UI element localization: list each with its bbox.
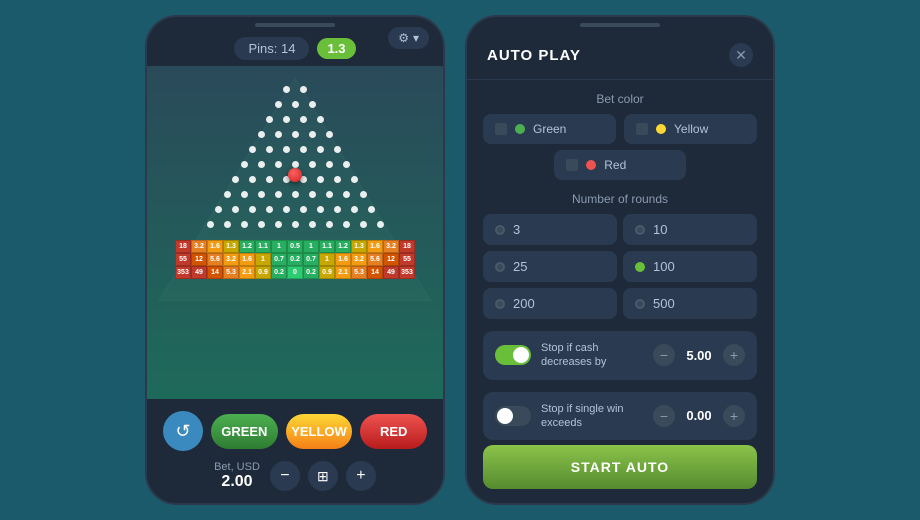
round-3-dot [495,225,505,235]
color-buttons: ↺ GREEN YELLOW RED [163,411,427,451]
yellow-label: Yellow [674,122,708,136]
refresh-button[interactable]: ↺ [163,411,203,451]
round-10[interactable]: 10 [623,214,757,245]
yellow-checkbox [636,123,648,135]
stop-win-value: 0.00 [681,408,717,423]
red-label: Red [604,158,626,172]
bet-color-label: Bet color [483,92,757,106]
stop-cash-text: Stop if cash decreases by [541,341,643,370]
round-100-value: 100 [653,259,675,274]
plinko-board: 18 3.2 1.6 1.3 1.2 1.1 1 0.5 1 1.1 1.2 1… [175,76,415,279]
green-label: Green [533,122,566,136]
stop-cash-increase[interactable]: + [723,344,745,366]
bet-label: Bet, USD [214,461,260,473]
round-3-value: 3 [513,222,520,237]
green-button[interactable]: GREEN [211,414,278,449]
top-bar: Pins: 14 1.3 ⚙ ▾ [147,27,443,66]
round-25-value: 25 [513,259,527,274]
round-100[interactable]: 100 [623,251,757,282]
stop-cash-decrease[interactable]: − [653,344,675,366]
bet-decrease-button[interactable]: − [270,461,300,491]
stop-cash-thumb [513,347,529,363]
yellow-dot [656,124,666,134]
stop-win-toggle[interactable] [495,406,531,426]
green-dot [515,124,525,134]
modal-title: AUTO PLAY [487,47,581,64]
close-icon: ✕ [735,47,747,64]
stop-win-controls: − 0.00 + [653,405,745,427]
round-10-dot [635,225,645,235]
bet-stepper: − ⊞ + [270,461,376,491]
stop-win-row: Stop if single win exceeds − 0.00 + [483,392,757,441]
bet-stack-button[interactable]: ⊞ [308,461,338,491]
stop-cash-controls: − 5.00 + [653,344,745,366]
bet-color-section: Bet color Green Yellow [483,92,757,180]
stop-cash-toggle[interactable] [495,345,531,365]
score-rows: 18 3.2 1.6 1.3 1.2 1.1 1 0.5 1 1.1 1.2 1… [175,240,415,279]
pins-label: Pins: 14 [234,37,309,60]
chevron-down-icon: ▾ [413,31,419,45]
stop-cash-value: 5.00 [681,348,717,363]
round-25[interactable]: 25 [483,251,617,282]
round-500-dot [635,299,645,309]
red-checkbox [566,159,578,171]
round-200-dot [495,299,505,309]
settings-button[interactable]: ⚙ ▾ [388,27,429,49]
game-ball [288,168,302,182]
bet-controls: ↺ GREEN YELLOW RED Bet, USD 2.00 − ⊞ + [147,399,443,503]
yellow-button[interactable]: YELLOW [286,414,353,449]
multiplier-badge: 1.3 [317,38,355,59]
stop-win-text: Stop if single win exceeds [541,402,643,431]
modal-header: AUTO PLAY ✕ [467,27,773,80]
stop-win-thumb [497,408,513,424]
round-500[interactable]: 500 [623,288,757,319]
bet-color-top-row: Green Yellow [483,114,757,144]
left-phone: Pins: 14 1.3 ⚙ ▾ [145,15,445,505]
bet-color-red[interactable]: Red [554,150,686,180]
bet-color-grid: Green Yellow Red [483,114,757,180]
start-auto-button[interactable]: START AUTO [483,445,757,489]
round-3[interactable]: 3 [483,214,617,245]
round-25-dot [495,262,505,272]
bet-row: Bet, USD 2.00 − ⊞ + [163,461,427,491]
stop-cash-row: Stop if cash decreases by − 5.00 + [483,331,757,380]
bet-increase-button[interactable]: + [346,461,376,491]
round-10-value: 10 [653,222,667,237]
round-200-value: 200 [513,296,535,311]
settings-icon: ⚙ [398,31,409,45]
stop-win-decrease[interactable]: − [653,405,675,427]
close-button[interactable]: ✕ [729,43,753,67]
green-checkbox [495,123,507,135]
red-dot [586,160,596,170]
modal-body: Bet color Green Yellow [467,80,773,445]
bet-color-yellow[interactable]: Yellow [624,114,757,144]
red-button[interactable]: RED [360,414,427,449]
game-area: 18 3.2 1.6 1.3 1.2 1.1 1 0.5 1 1.1 1.2 1… [147,66,443,399]
round-500-value: 500 [653,296,675,311]
right-panel: AUTO PLAY ✕ Bet color Green [465,15,775,505]
round-100-dot [635,262,645,272]
round-200[interactable]: 200 [483,288,617,319]
pins-area [175,76,415,238]
stop-win-increase[interactable]: + [723,405,745,427]
rounds-grid: 3 10 25 100 [483,214,757,319]
rounds-section: Number of rounds 3 10 25 [483,192,757,319]
bet-color-green[interactable]: Green [483,114,616,144]
rounds-label: Number of rounds [483,192,757,206]
bet-color-bottom-row: Red [483,150,757,180]
bet-value: 2.00 [214,473,260,491]
